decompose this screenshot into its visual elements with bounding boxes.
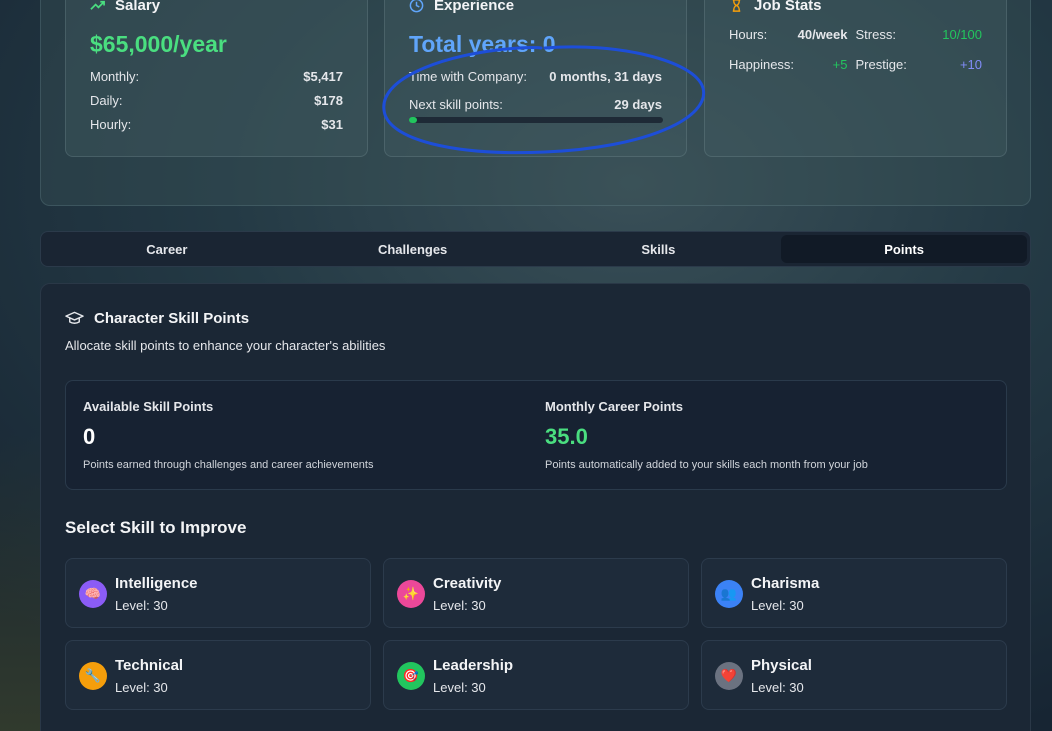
experience-header: Experience: [409, 0, 514, 14]
brain-icon: 🧠: [79, 580, 107, 608]
heart-icon: ❤️: [715, 662, 743, 690]
monthly-points-desc: Points automatically added to your skill…: [545, 459, 868, 471]
trending-up-icon: [90, 0, 105, 10]
skill-card-leadership[interactable]: 🎯 Leadership Level: 30: [383, 640, 689, 710]
salary-daily-row: Daily: $178: [90, 93, 343, 108]
total-years: Total years: 0: [409, 31, 556, 57]
next-skill-progress-fill: [409, 117, 417, 123]
salary-card: Salary $65,000/year Monthly: $5,417 Dail…: [65, 0, 368, 157]
stress-stat: Stress: 10/100: [856, 27, 983, 42]
experience-title: Experience: [434, 0, 515, 14]
skill-name: Technical: [115, 657, 184, 674]
daily-label: Daily:: [90, 93, 123, 108]
skill-level: Level: 30: [751, 598, 804, 613]
skill-card-creativity[interactable]: ✨ Creativity Level: 30: [383, 558, 689, 628]
skill-name: Charisma: [751, 575, 820, 592]
skill-card-physical[interactable]: ❤️ Physical Level: 30: [701, 640, 1007, 710]
happiness-label: Happiness:: [729, 57, 795, 72]
skill-card-charisma[interactable]: 👥 Charisma Level: 30: [701, 558, 1007, 628]
next-skill-progress: [409, 117, 663, 123]
monthly-points-label: Monthly Career Points: [545, 399, 683, 414]
salary-header: Salary: [90, 0, 160, 14]
daily-value: $178: [314, 93, 343, 108]
salary-title: Salary: [115, 0, 161, 14]
happiness-value: +5: [832, 57, 848, 72]
hours-label: Hours:: [729, 27, 768, 42]
skill-points-header: Character Skill Points: [65, 310, 249, 327]
graduation-cap-icon: [65, 311, 84, 324]
available-points-value: 0: [83, 424, 96, 449]
skill-level: Level: 30: [433, 598, 486, 613]
skill-name: Intelligence: [115, 575, 198, 592]
tab-points[interactable]: Points: [781, 235, 1027, 263]
available-points: Available Skill Points 0 Points earned t…: [83, 399, 373, 471]
available-points-label: Available Skill Points: [83, 399, 214, 414]
next-skill-row: Next skill points: 29 days: [409, 97, 662, 112]
skill-card-intelligence[interactable]: 🧠 Intelligence Level: 30: [65, 558, 371, 628]
people-icon: 👥: [715, 580, 743, 608]
hours-stat: Hours: 40/week: [729, 27, 856, 42]
wrench-icon: 🔧: [79, 662, 107, 690]
skill-points-panel: Character Skill Points Allocate skill po…: [40, 283, 1031, 731]
tab-career[interactable]: Career: [44, 235, 290, 263]
salary-amount: $65,000/year: [90, 31, 227, 57]
skill-name: Leadership: [433, 657, 514, 674]
hourly-label: Hourly:: [90, 117, 132, 132]
skill-points-title: Character Skill Points: [94, 310, 250, 327]
target-icon: 🎯: [397, 662, 425, 690]
points-summary: Available Skill Points 0 Points earned t…: [65, 380, 1007, 490]
monthly-value: $5,417: [303, 69, 343, 84]
stress-label: Stress:: [855, 27, 896, 42]
skill-level: Level: 30: [115, 680, 168, 695]
salary-hourly-row: Hourly: $31: [90, 117, 343, 132]
clock-icon: [409, 0, 424, 13]
skill-level: Level: 30: [751, 680, 804, 695]
prestige-label: Prestige:: [855, 57, 907, 72]
hourly-value: $31: [321, 117, 343, 132]
tab-skills[interactable]: Skills: [536, 235, 782, 263]
experience-card: Experience Total years: 0 Time with Comp…: [384, 0, 687, 157]
company-time-label: Time with Company:: [409, 69, 527, 84]
job-stats-header: Job Stats: [729, 0, 822, 14]
happiness-stat: Happiness: +5: [729, 57, 856, 72]
skill-points-subtitle: Allocate skill points to enhance your ch…: [65, 338, 386, 353]
tab-bar: Career Challenges Skills Points: [40, 231, 1031, 267]
skill-card-technical[interactable]: 🔧 Technical Level: 30: [65, 640, 371, 710]
next-skill-label: Next skill points:: [409, 97, 503, 112]
select-skill-title: Select Skill to Improve: [65, 518, 247, 537]
monthly-points-value: 35.0: [545, 424, 588, 449]
company-time-row: Time with Company: 0 months, 31 days: [409, 69, 662, 84]
skill-level: Level: 30: [433, 680, 486, 695]
job-stats-row: Hours: 40/week Stress: 10/100: [729, 27, 982, 42]
available-points-desc: Points earned through challenges and car…: [83, 459, 374, 471]
company-time-value: 0 months, 31 days: [549, 69, 662, 84]
hourglass-icon: [732, 0, 741, 12]
skill-name: Creativity: [433, 575, 502, 592]
prestige-stat: Prestige: +10: [856, 57, 983, 72]
prestige-value: +10: [959, 57, 982, 72]
monthly-points: Monthly Career Points 35.0 Points automa…: [545, 399, 868, 471]
job-stats-card: Job Stats Hours: 40/week Stress: 10/100 …: [704, 0, 1007, 157]
sparkles-icon: ✨: [397, 580, 425, 608]
skill-level: Level: 30: [115, 598, 168, 613]
stress-value: 10/100: [942, 27, 982, 42]
job-stats-row: Happiness: +5 Prestige: +10: [729, 57, 982, 72]
hours-value: 40/week: [797, 27, 848, 42]
skill-name: Physical: [751, 657, 812, 674]
tab-challenges[interactable]: Challenges: [290, 235, 536, 263]
monthly-label: Monthly:: [90, 69, 140, 84]
job-stats-grid: Hours: 40/week Stress: 10/100 Happiness:…: [729, 27, 982, 87]
salary-monthly-row: Monthly: $5,417: [90, 69, 343, 84]
job-stats-title: Job Stats: [754, 0, 822, 14]
next-skill-value: 29 days: [614, 97, 662, 112]
